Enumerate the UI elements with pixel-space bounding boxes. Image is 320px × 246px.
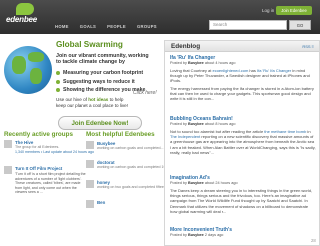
hot-ideas-link[interactable]: hot ideas: [88, 97, 108, 102]
benefit-item: Measuring your carbon footprint: [56, 69, 145, 78]
post-author[interactable]: Busybee: [188, 233, 204, 237]
bullet-icon: [56, 88, 60, 93]
blog-post: Bubbling Oceans Bahrain! Posted by Busyb…: [170, 116, 316, 155]
rss-link[interactable]: RSS ≡: [302, 44, 314, 49]
avatar: [86, 160, 94, 168]
global-swarming-intro: Join our vibrant community, working to t…: [56, 53, 149, 66]
post-meta: Posted by Busybee about 24 hours ago: [170, 181, 238, 185]
post-author[interactable]: Busybee: [188, 61, 204, 65]
page-number: 28: [311, 238, 316, 243]
post-body: Loving that Courtney at ecoenlightened.c…: [170, 68, 310, 84]
user-summary: working on carbon goals and completed...: [97, 146, 164, 150]
nav-people[interactable]: PEOPLE: [107, 24, 126, 29]
join-edenbee-now-button[interactable]: Join Edenbee Now!: [58, 116, 142, 130]
global-swarming-panel: Global Swarming Join our vibrant communi…: [0, 40, 157, 140]
helpful-user-item[interactable]: doctorat working on carbon goals and com…: [86, 160, 179, 176]
blog-post: More Inconvenient Truth's Posted by Busy…: [170, 227, 316, 238]
post-body: The energy harnessed from paying the Ifa…: [170, 85, 314, 102]
avatar: [86, 200, 94, 208]
helpful-user-item[interactable]: Ben: [86, 200, 160, 212]
edenbee-logo[interactable]: edenbee: [6, 3, 46, 29]
group-description: 'Turn it off' is a short film project de…: [15, 172, 86, 195]
group-members: 1,340 members • Last update about 24 hou…: [15, 150, 94, 154]
group-item[interactable]: Turn It Off Film Project 'Turn it off' i…: [4, 166, 86, 226]
global-swarming-cta: Use our hive of hot ideas to help keep o…: [56, 97, 129, 108]
benefit-item: Suggesting ways to reduce it: [56, 78, 145, 87]
post-meta: Posted by Busybee about 4 hours ago: [170, 61, 236, 65]
nav-home[interactable]: HOME: [55, 24, 69, 29]
logo-text: edenbee: [6, 15, 38, 24]
global-swarming-title: Global Swarming: [56, 40, 123, 49]
recent-groups-heading: Recently active groups: [4, 131, 73, 138]
group-thumbnail: [4, 166, 12, 174]
group-description: The group for all Edenbees.: [15, 145, 60, 149]
click-here-note: Click here!: [133, 90, 157, 96]
nav-goals[interactable]: GOALS: [80, 24, 96, 29]
user-summary: working on two goals and completed fifte…: [97, 185, 169, 189]
user-name[interactable]: Ben: [97, 200, 105, 205]
bullet-icon: [56, 79, 60, 84]
avatar: [86, 180, 94, 188]
post-body: The Danes keep a dream steering you in t…: [170, 188, 313, 214]
group-title[interactable]: Turn It Off Film Project: [15, 166, 62, 171]
globe-icon: [4, 46, 52, 94]
edenblog-title: Edenblog: [171, 43, 201, 50]
nav-groups[interactable]: GROUPS: [137, 24, 157, 29]
search-button[interactable]: GO: [289, 20, 311, 30]
helpful-user-item[interactable]: Busybee working on carbon goals and comp…: [86, 141, 164, 157]
edenblog-panel: Edenblog RSS ≡ Ifa 'Ru' Ifa Changer Post…: [164, 40, 320, 246]
blog-post: Imagination Ad's Posted by Busybee about…: [170, 175, 316, 214]
post-meta: Posted by Busybee about 8 hours ago: [170, 122, 236, 126]
blog-post: Ifa 'Ru' Ifa Changer Posted by Busybee a…: [170, 55, 316, 101]
login-link[interactable]: Log in: [262, 8, 274, 13]
edenblog-header: Edenblog RSS ≡: [165, 41, 319, 52]
post-body: Not to sound too alarmist but after read…: [170, 129, 316, 155]
main-nav: HOME GOALS PEOPLE GROUPS: [55, 24, 157, 29]
search-input[interactable]: Search: [209, 20, 287, 30]
post-author[interactable]: Busybee: [188, 122, 204, 126]
helpful-user-item[interactable]: honey working on two goals and completed…: [86, 180, 169, 196]
group-thumbnail: [4, 140, 12, 148]
post-author[interactable]: Busybee: [188, 181, 204, 185]
bullet-icon: [56, 71, 60, 76]
post-meta: Posted by Busybee 2 days ago: [170, 233, 224, 237]
group-item[interactable]: The Hive The group for all Edenbees. 1,3…: [4, 140, 94, 160]
join-button[interactable]: Join Edenbee: [276, 6, 312, 15]
top-header: edenbee HOME GOALS PEOPLE GROUPS Log in …: [0, 0, 320, 34]
avatar: [86, 141, 94, 149]
leaf-icon: [16, 3, 34, 15]
most-helpful-heading: Most helpful Edenbees: [86, 131, 155, 138]
